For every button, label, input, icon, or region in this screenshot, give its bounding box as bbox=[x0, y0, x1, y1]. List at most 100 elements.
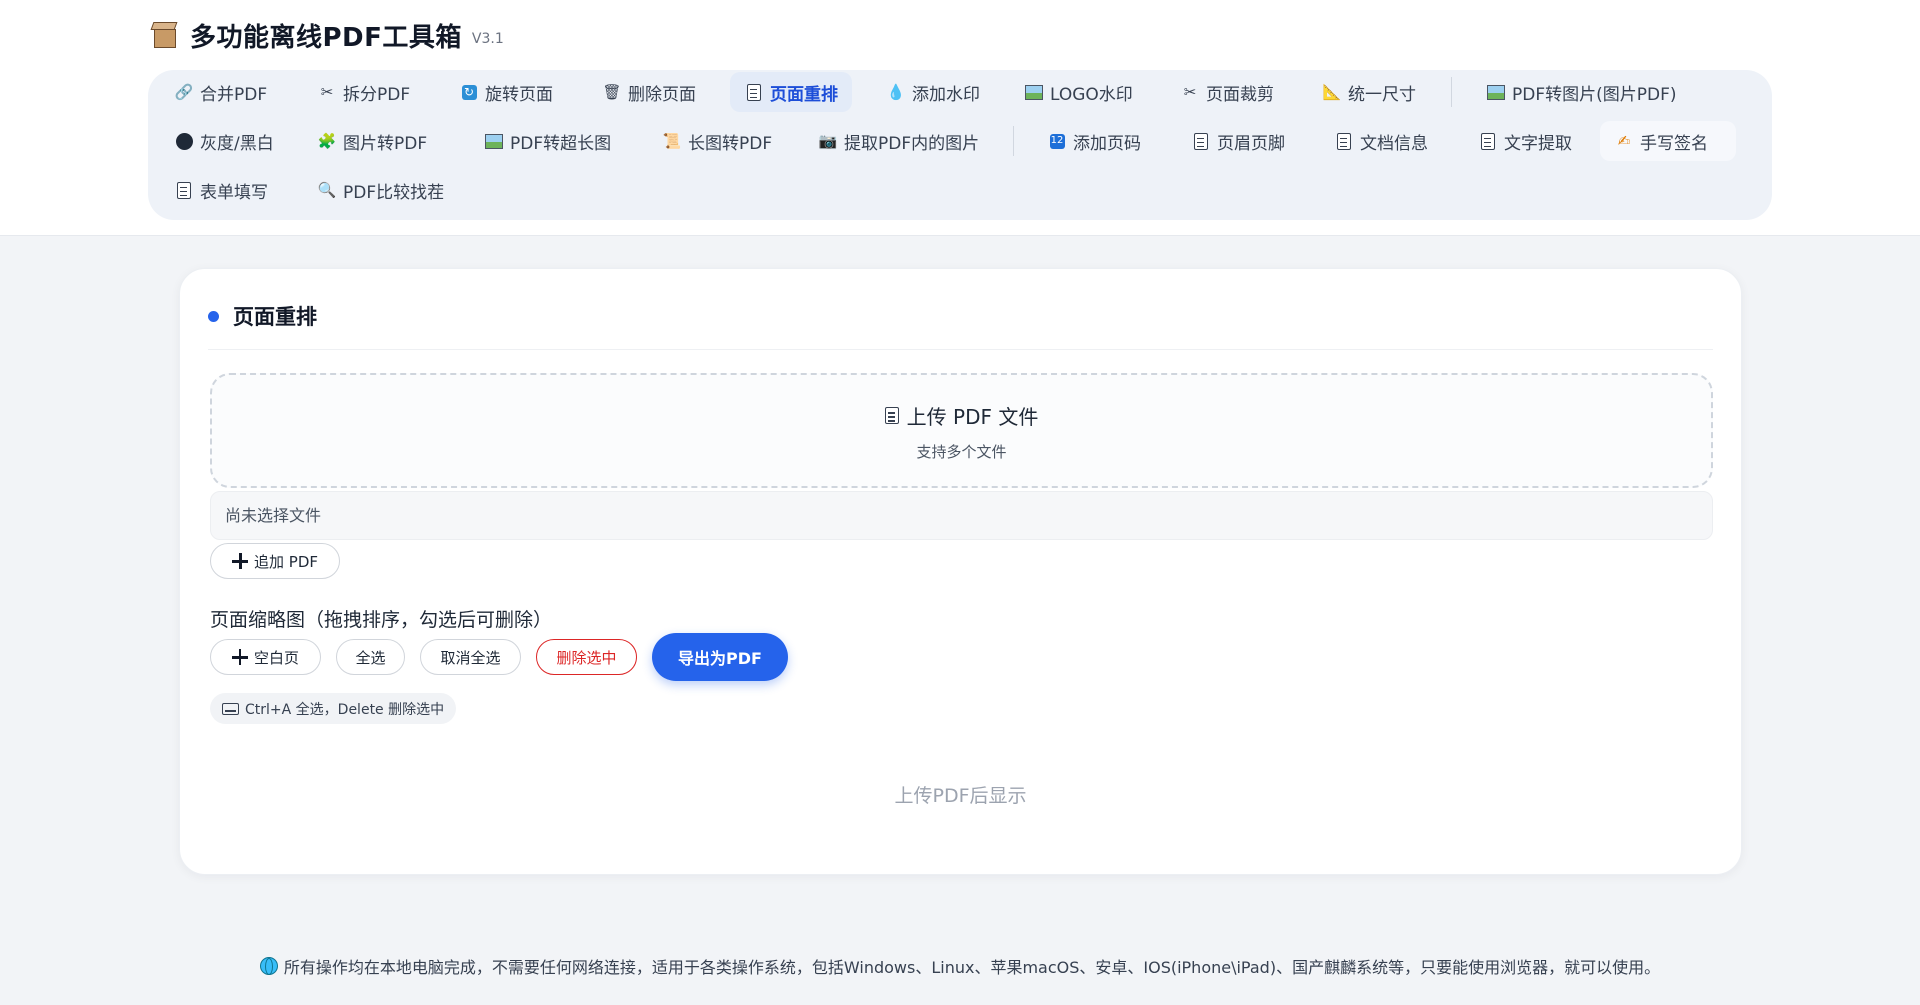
add-pdf-button[interactable]: 追加 PDF bbox=[210, 543, 340, 579]
delete-selected-button[interactable]: 删除选中 bbox=[536, 639, 637, 675]
tool-label: PDF转图片(图片PDF) bbox=[1512, 84, 1677, 105]
document-icon bbox=[884, 407, 899, 424]
tool-rotate-pages[interactable]: ↻ 旋转页面 bbox=[445, 72, 567, 112]
memo-icon bbox=[1191, 131, 1211, 151]
tool-pdf-to-image[interactable]: PDF转图片(图片PDF) bbox=[1472, 72, 1691, 112]
thumbnail-empty-state: 上传PDF后显示 bbox=[894, 785, 1027, 807]
tool-logo-watermark[interactable]: LOGO水印 bbox=[1010, 72, 1147, 112]
tool-label: 文档信息 bbox=[1360, 133, 1428, 154]
tool-navigation: 🔗 合并PDF ✂ 拆分PDF ↻ 旋转页面 🗑 删除页面 页面重排 💧 添加水… bbox=[148, 70, 1772, 220]
tool-label: 图片转PDF bbox=[343, 133, 428, 154]
upload-title-text: 上传 PDF 文件 bbox=[906, 405, 1039, 429]
reorder-panel: 页面重排 上传 PDF 文件 支持多个文件 尚未选择文件 追加 PDF 页面缩略… bbox=[179, 268, 1742, 875]
scissors-icon: ✂ bbox=[1183, 82, 1197, 101]
droplet-icon: 💧 bbox=[886, 82, 906, 101]
scissors-icon: ✂ bbox=[320, 82, 334, 101]
tool-add-watermark[interactable]: 💧 添加水印 bbox=[872, 72, 994, 112]
picture-icon bbox=[1486, 82, 1506, 102]
footer: 所有操作均在本地电脑完成，不需要任何网络连接，适用于各类操作系统，包括Windo… bbox=[0, 954, 1920, 978]
footer-text: 所有操作均在本地电脑完成，不需要任何网络连接，适用于各类操作系统，包括Windo… bbox=[283, 958, 1661, 977]
app-version: V3.1 bbox=[471, 31, 504, 47]
tool-label: 页眉页脚 bbox=[1217, 133, 1285, 154]
tool-crop-pages[interactable]: ✂ 页面裁剪 bbox=[1166, 72, 1288, 112]
tool-label: LOGO水印 bbox=[1050, 84, 1133, 105]
shortcut-hint: Ctrl+A 全选，Delete 删除选中 bbox=[210, 693, 457, 724]
tool-header-footer[interactable]: 页眉页脚 bbox=[1177, 121, 1299, 161]
tool-label: 灰度/黑白 bbox=[200, 133, 274, 154]
keyboard-icon bbox=[222, 702, 239, 715]
plus-icon bbox=[231, 649, 248, 665]
tool-label: PDF比较找茬 bbox=[343, 182, 445, 203]
blank-page-button[interactable]: 空白页 bbox=[210, 639, 321, 675]
picture-icon bbox=[1024, 82, 1044, 102]
export-pdf-button[interactable]: 导出为PDF bbox=[652, 633, 788, 681]
tool-form-fill[interactable]: 表单填写 bbox=[160, 170, 282, 210]
rotate-icon: ↻ bbox=[459, 82, 479, 102]
tool-grayscale[interactable]: 灰度/黑白 bbox=[160, 121, 288, 161]
blank-page-label: 空白页 bbox=[253, 648, 299, 667]
ruler-icon: 📐 bbox=[1322, 82, 1342, 101]
tool-label: 文字提取 bbox=[1504, 133, 1572, 154]
toolbar-separator bbox=[1451, 77, 1452, 107]
tool-label: 统一尺寸 bbox=[1348, 84, 1416, 105]
tool-label: 删除页面 bbox=[628, 84, 696, 105]
tool-label: 手写签名 bbox=[1640, 133, 1708, 154]
tool-pdf-to-long-image[interactable]: PDF转超长图 bbox=[470, 121, 625, 161]
tool-label: PDF转超长图 bbox=[510, 133, 612, 154]
tool-image-to-pdf[interactable]: 🧩 图片转PDF bbox=[303, 121, 441, 161]
tool-label: 合并PDF bbox=[200, 84, 268, 105]
tool-label: 旋转页面 bbox=[485, 84, 553, 105]
upload-subtitle: 支持多个文件 bbox=[916, 443, 1007, 461]
magnifier-icon: 🔍 bbox=[317, 180, 337, 199]
tool-merge-pdf[interactable]: 🔗 合并PDF bbox=[160, 72, 281, 112]
globe-icon bbox=[259, 957, 278, 975]
memo-icon bbox=[1334, 131, 1354, 151]
tool-pdf-compare[interactable]: 🔍 PDF比较找茬 bbox=[303, 170, 458, 210]
panel-title: 页面重排 bbox=[208, 301, 317, 331]
tool-label: 提取PDF内的图片 bbox=[844, 133, 980, 154]
tool-label: 页面重排 bbox=[770, 84, 838, 105]
link-icon: 🔗 bbox=[174, 82, 194, 101]
camera-icon: 📷 bbox=[818, 131, 838, 150]
thumbnail-section-label: 页面缩略图（拖拽排序，勾选后可删除） bbox=[210, 609, 553, 631]
tool-text-extraction[interactable]: 文字提取 bbox=[1464, 121, 1586, 161]
tool-unify-size[interactable]: 📐 统一尺寸 bbox=[1308, 72, 1430, 112]
brand: 多功能离线PDF工具箱 V3.1 bbox=[150, 18, 504, 53]
tool-label: 拆分PDF bbox=[343, 84, 411, 105]
title-dot-icon bbox=[208, 310, 219, 322]
tool-label: 表单填写 bbox=[200, 182, 268, 203]
tool-add-page-numbers[interactable]: 12 添加页码 bbox=[1033, 121, 1155, 161]
panel-title-text: 页面重排 bbox=[233, 305, 317, 329]
package-box-icon bbox=[150, 20, 180, 50]
tool-label: 添加水印 bbox=[912, 84, 980, 105]
picture-icon bbox=[484, 131, 504, 151]
upload-dropzone[interactable]: 上传 PDF 文件 支持多个文件 bbox=[210, 373, 1713, 488]
shortcut-hint-text: Ctrl+A 全选，Delete 删除选中 bbox=[245, 701, 445, 718]
tool-label: 添加页码 bbox=[1073, 133, 1141, 154]
app-title: 多功能离线PDF工具箱 bbox=[190, 22, 462, 53]
trash-icon: 🗑 bbox=[602, 82, 622, 101]
tool-label: 长图转PDF bbox=[688, 133, 773, 154]
tool-handwritten-signature[interactable]: ✍ 手写签名 bbox=[1600, 121, 1736, 161]
divider bbox=[208, 349, 1713, 350]
document-icon bbox=[744, 82, 764, 102]
tool-extract-images[interactable]: 📷 提取PDF内的图片 bbox=[804, 121, 993, 161]
puzzle-icon: 🧩 bbox=[317, 131, 337, 150]
memo-icon bbox=[174, 180, 194, 200]
add-pdf-label: 追加 PDF bbox=[254, 552, 318, 571]
black-circle-icon bbox=[174, 131, 194, 151]
tool-split-pdf[interactable]: ✂ 拆分PDF bbox=[303, 72, 424, 112]
select-all-button[interactable]: 全选 bbox=[336, 639, 405, 675]
tool-document-info[interactable]: 文档信息 bbox=[1320, 121, 1442, 161]
scroll-icon: 📜 bbox=[662, 131, 682, 150]
tool-reorder-pages[interactable]: 页面重排 bbox=[730, 72, 852, 112]
upload-title: 上传 PDF 文件 bbox=[212, 401, 1711, 430]
file-status: 尚未选择文件 bbox=[210, 491, 1713, 540]
deselect-all-button[interactable]: 取消全选 bbox=[420, 639, 521, 675]
plus-icon bbox=[232, 553, 248, 569]
app-header: 多功能离线PDF工具箱 V3.1 🔗 合并PDF ✂ 拆分PDF ↻ 旋转页面 … bbox=[0, 0, 1920, 236]
tool-long-image-to-pdf[interactable]: 📜 长图转PDF bbox=[648, 121, 786, 161]
tool-delete-pages[interactable]: 🗑 删除页面 bbox=[588, 72, 710, 112]
page-icon bbox=[1478, 131, 1498, 151]
tool-label: 页面裁剪 bbox=[1206, 84, 1274, 105]
